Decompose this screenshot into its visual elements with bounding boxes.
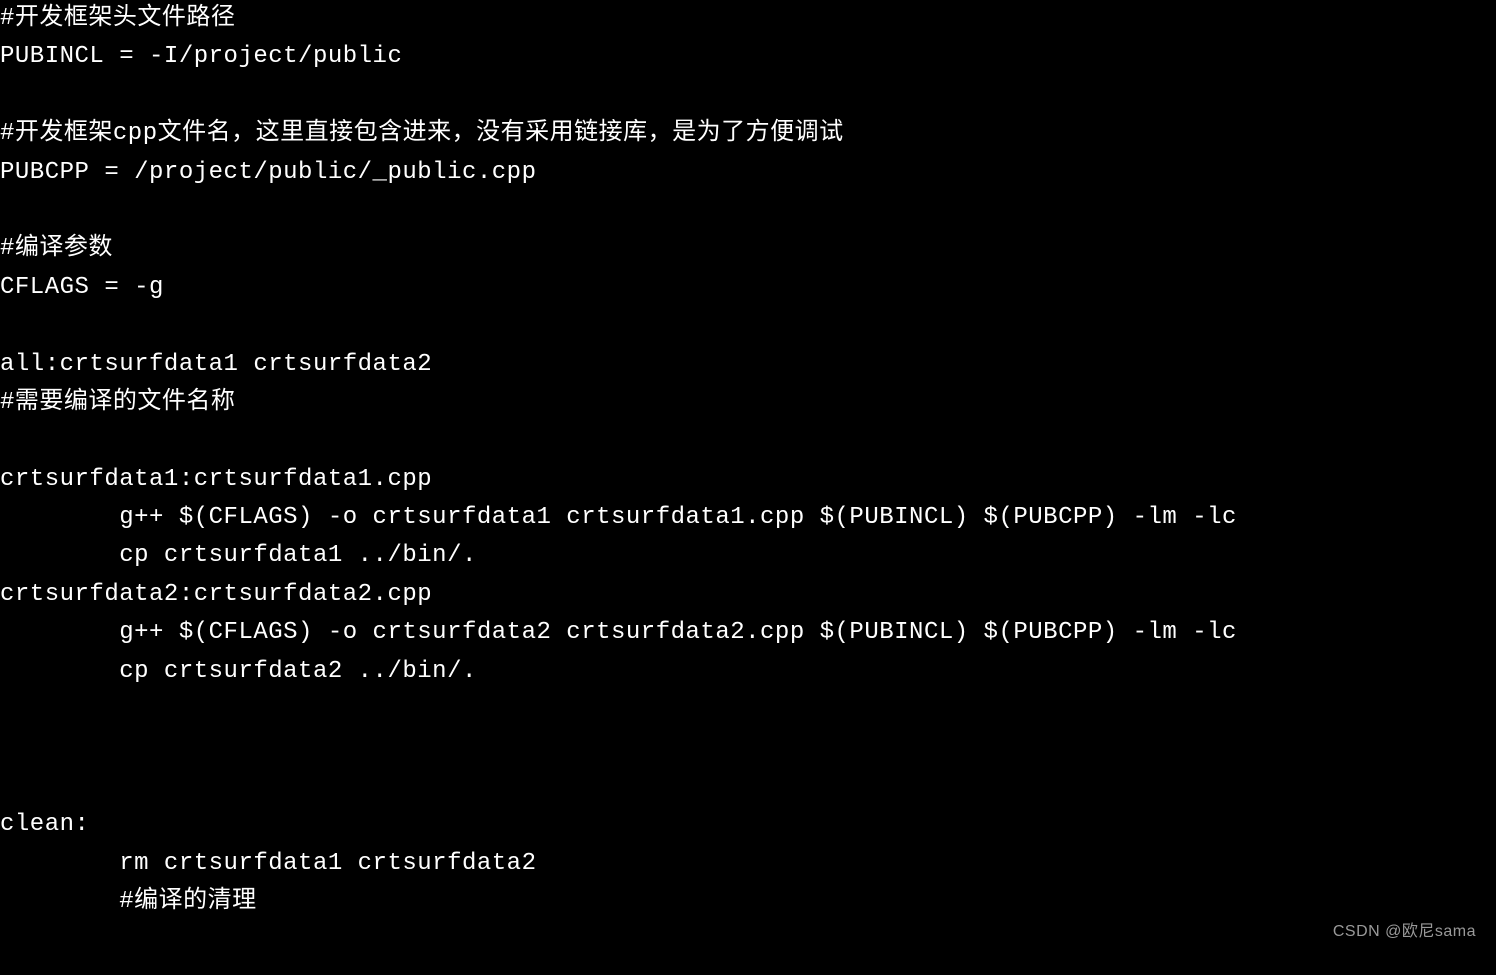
code-line: #编译参数 [0,230,1496,268]
code-line: #开发框架头文件路径 [0,0,1496,38]
code-line: cp crtsurfdata2 ../bin/. [0,653,1496,691]
code-line: crtsurfdata2:crtsurfdata2.cpp [0,576,1496,614]
code-line: CFLAGS = -g [0,269,1496,307]
code-line: PUBCPP = /project/public/_public.cpp [0,154,1496,192]
code-line [0,729,1496,767]
code-line: #编译的清理 [0,883,1496,921]
code-line [0,307,1496,345]
code-line: g++ $(CFLAGS) -o crtsurfdata2 crtsurfdat… [0,614,1496,652]
code-line: #需要编译的文件名称 [0,384,1496,422]
code-line: PUBINCL = -I/project/public [0,38,1496,76]
watermark-text: CSDN @欧尼sama [1333,919,1476,945]
code-line: clean: [0,806,1496,844]
code-line [0,768,1496,806]
code-line [0,77,1496,115]
code-line [0,192,1496,230]
code-line: g++ $(CFLAGS) -o crtsurfdata1 crtsurfdat… [0,499,1496,537]
terminal-code-block: #开发框架头文件路径PUBINCL = -I/project/public #开… [0,0,1496,921]
code-line [0,422,1496,460]
code-line: crtsurfdata1:crtsurfdata1.cpp [0,461,1496,499]
code-line: rm crtsurfdata1 crtsurfdata2 [0,845,1496,883]
code-line: all:crtsurfdata1 crtsurfdata2 [0,346,1496,384]
code-line: cp crtsurfdata1 ../bin/. [0,537,1496,575]
code-line [0,691,1496,729]
code-line: #开发框架cpp文件名，这里直接包含进来，没有采用链接库，是为了方便调试 [0,115,1496,153]
